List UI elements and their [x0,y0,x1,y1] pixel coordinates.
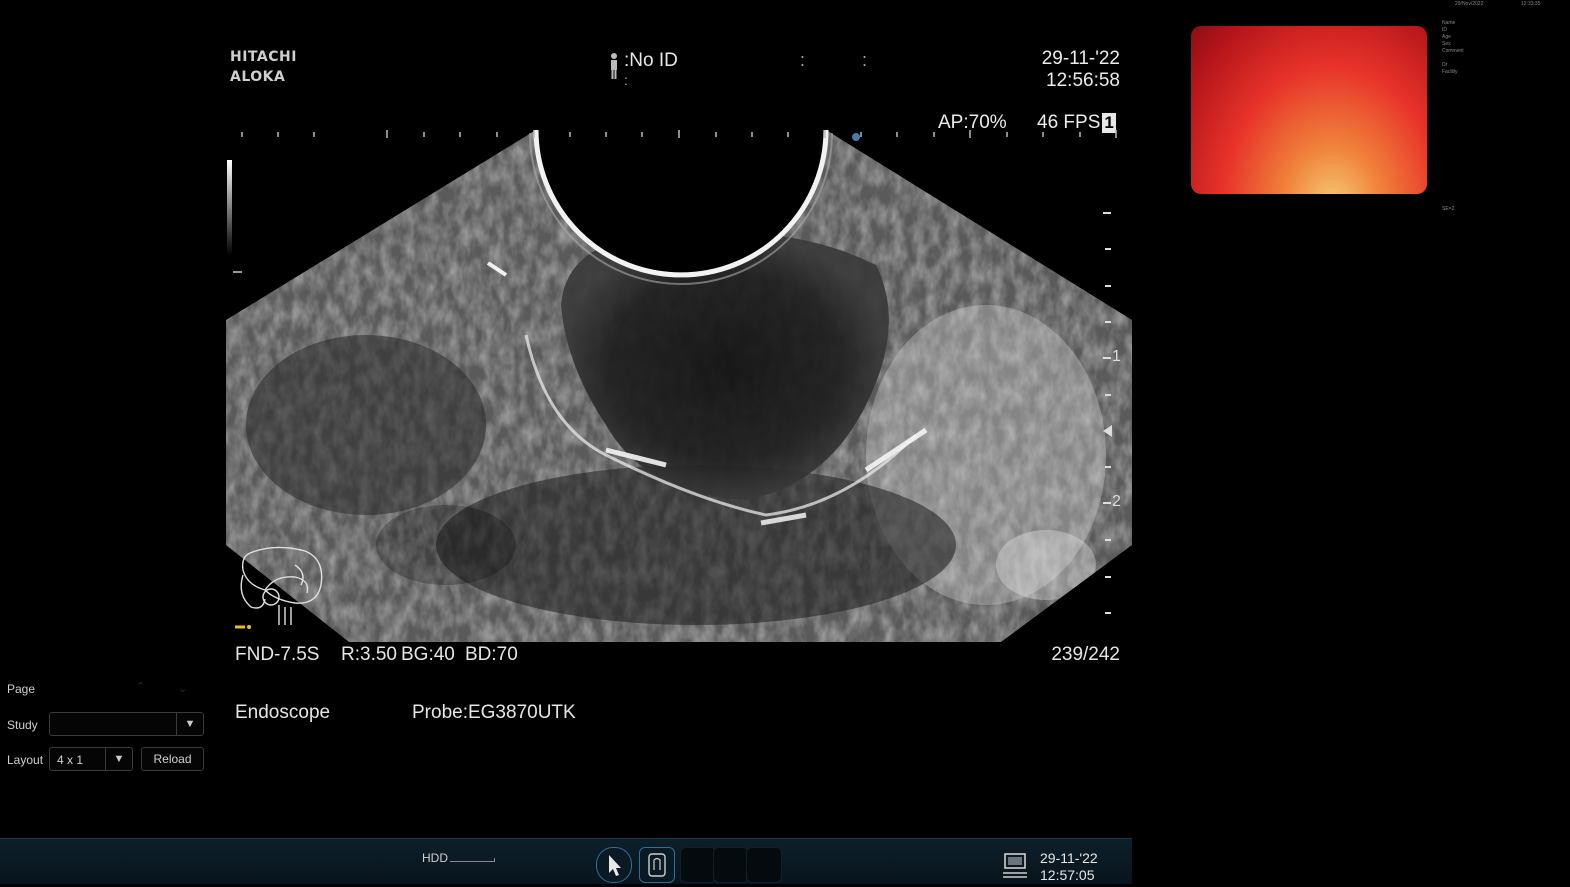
page-label: Page [7,682,36,696]
brand-logo: HITACHI ALOKA [230,47,297,87]
patient-id-text: :No ID [624,50,678,71]
monitor-icon[interactable] [1002,852,1028,880]
field-dr: Dr [1442,62,1448,68]
header-colon-2: : [862,50,868,70]
taskbar [0,838,1132,884]
study-select[interactable]: ▼ [49,712,204,736]
taskbar-slot-2[interactable] [713,847,749,883]
layout-label: Layout [7,753,44,767]
body-mark-icon [648,853,666,877]
field-name: Name [1442,20,1456,26]
param-bg: BG:40 [401,644,455,665]
taskbar-datetime: 29-11-'22 12:57:05 [1040,850,1098,884]
patient-id: :No ID : [608,50,678,88]
field-sex: Sex [1442,41,1451,47]
patient-second: : [624,72,628,88]
lateral-scale [241,130,1117,141]
depth-label-1: 1 [1112,348,1121,365]
study-label: Study [7,718,38,732]
field-comment: Comment [1442,48,1464,54]
taskbar-date: 29-11-'22 [1040,850,1098,866]
reload-button[interactable]: Reload [141,747,204,771]
page-up-icon[interactable]: ⌃ [136,680,145,693]
chevron-down-icon[interactable]: ▼ [176,713,203,735]
endoscope-thumbnail[interactable] [1191,26,1427,194]
focus-marker-icon [852,133,860,141]
taskbar-time: 12:57:05 [1040,867,1095,883]
top-time: 12:33:35 [1521,1,1541,7]
hdd-label: HDD [422,851,448,865]
pointer-icon [609,855,621,876]
body-mark-button[interactable] [639,847,675,883]
pointer-button[interactable] [596,847,632,883]
mode-label: Endoscope [235,702,331,723]
image-date: 29-11-'22 [1041,48,1120,69]
body-mark-pancreas-icon [235,546,323,629]
layout-value: 4 x 1 [57,753,84,767]
image-datetime: 29-11-'22 12:56:58 [1030,48,1120,92]
taskbar-slot-3[interactable] [746,847,782,883]
brand-line2: ALOKA [230,69,286,85]
depth-label-2: 2 [1112,493,1121,510]
depth-scale [1103,212,1112,614]
field-age: Age [1442,34,1451,40]
field-facility: Facility [1442,69,1458,75]
page-down-icon[interactable]: ⌄ [178,682,187,695]
layout-select[interactable]: 4 x 1 ▼ [49,747,133,771]
taskbar-slot-1[interactable] [680,847,716,883]
frame-counter: 239/242 [1051,644,1120,665]
field-id: ID [1442,27,1447,33]
param-r: R:3.50 [341,644,397,665]
image-time: 12:56:58 [1046,70,1120,91]
probe-code: FND-7.5S [235,644,320,665]
patient-info-panel: Name ID Age Sex Comment Dr Facility [1442,20,1464,76]
chevron-down-icon[interactable]: ▼ [105,748,132,770]
brand-line1: HITACHI [230,49,297,65]
se-label: SE=2 [1442,206,1455,212]
param-bd: BD:70 [465,644,518,665]
header-colon-1: : [800,50,806,70]
ultrasound-image[interactable] [226,125,1136,645]
top-date: 29/Nov/2022 [1455,1,1484,7]
probe-label: Probe:EG3870UTK [412,702,576,723]
field-spacer [1442,55,1464,62]
hdd-usage-bar [450,858,495,862]
gray-scale-bar [227,160,242,273]
focus-position-icon [1103,425,1112,437]
person-icon [611,53,617,79]
